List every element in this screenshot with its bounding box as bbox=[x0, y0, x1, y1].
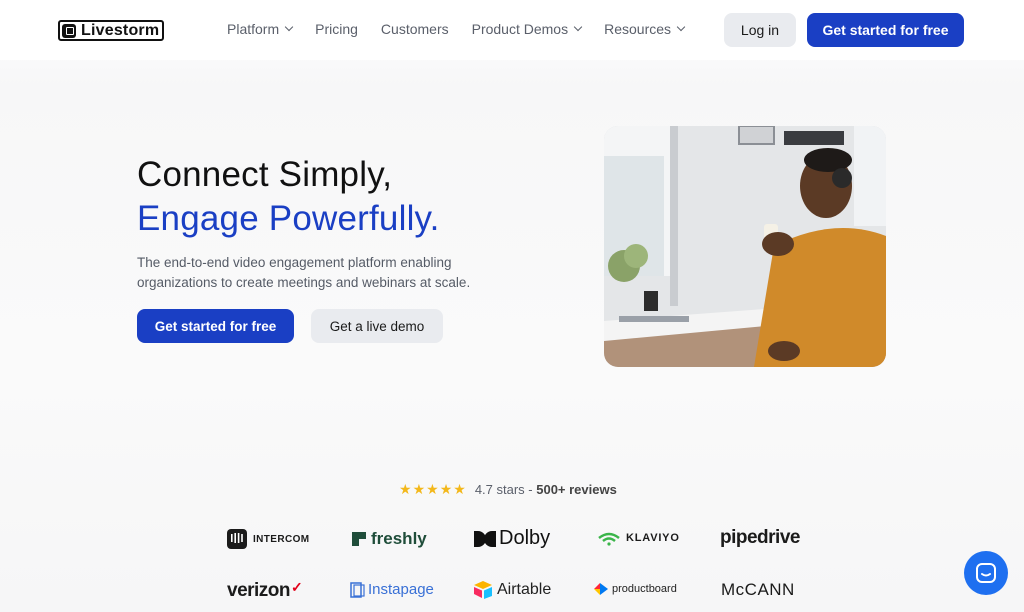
login-button[interactable]: Log in bbox=[724, 13, 796, 47]
airtable-icon bbox=[474, 581, 492, 599]
verizon-logo: verizon ✓ bbox=[227, 578, 303, 602]
hero-photo-illustration bbox=[604, 126, 886, 367]
nav-item-platform[interactable]: Platform bbox=[227, 21, 294, 37]
instapage-logo: Instapage bbox=[350, 581, 434, 598]
verizon-check-icon: ✓ bbox=[291, 578, 303, 595]
nav-item-pricing[interactable]: Pricing bbox=[315, 21, 358, 37]
pipedrive-logo: pipedrive bbox=[720, 527, 800, 549]
freshly-icon bbox=[352, 532, 366, 546]
productboard-text: productboard bbox=[612, 583, 677, 595]
nav-item-label: Platform bbox=[227, 21, 280, 37]
star-icon: ★ bbox=[426, 481, 439, 497]
nav-item-resources[interactable]: Resources bbox=[604, 21, 686, 37]
verizon-text: verizon bbox=[227, 580, 291, 601]
nav-links: Platform Pricing Customers Product Demos… bbox=[227, 21, 707, 37]
logo-text: Livestorm bbox=[81, 21, 160, 39]
nav-item-label: Product Demos bbox=[471, 21, 569, 37]
nav-item-label: Customers bbox=[380, 21, 449, 37]
intercom-logo: INTERCOM bbox=[227, 529, 310, 549]
top-navigation: Livestorm Platform Pricing Customers Pro… bbox=[0, 0, 1024, 60]
pipedrive-text: pipedrive bbox=[720, 527, 800, 548]
hero-subtitle: The end-to-end video engagement platform… bbox=[137, 255, 471, 290]
intercom-text: INTERCOM bbox=[253, 533, 310, 545]
get-started-nav-button[interactable]: Get started for free bbox=[807, 13, 964, 47]
hero-title-line1: Connect Simply, bbox=[137, 155, 393, 194]
dolby-text: Dolby bbox=[499, 527, 551, 549]
star-icon: ★ bbox=[399, 481, 412, 497]
dolby-logo: Dolby bbox=[474, 527, 550, 550]
productboard-icon bbox=[594, 583, 608, 595]
livestorm-logo[interactable]: Livestorm bbox=[58, 20, 165, 41]
star-icon: ★ bbox=[412, 481, 426, 497]
nav-item-product-demos[interactable]: Product Demos bbox=[471, 21, 583, 37]
instapage-text: Instapage bbox=[368, 581, 434, 598]
klaviyo-text: KLAVIYO bbox=[626, 532, 680, 544]
klaviyo-icon bbox=[598, 532, 620, 546]
freshly-text: freshly bbox=[371, 529, 427, 548]
airtable-text: Airtable bbox=[497, 581, 552, 598]
freshly-logo: freshly bbox=[352, 529, 427, 549]
livestorm-logo-icon bbox=[62, 23, 76, 38]
productboard-logo: productboard bbox=[594, 583, 677, 595]
chevron-down-icon bbox=[676, 22, 686, 32]
hero-title-line2: Engage Powerfully. bbox=[137, 199, 440, 238]
nav-item-customers[interactable]: Customers bbox=[381, 21, 449, 37]
mccann-text: McCANN bbox=[721, 580, 795, 599]
chevron-down-icon bbox=[573, 22, 583, 32]
intercom-icon bbox=[227, 529, 247, 549]
chat-icon bbox=[976, 563, 996, 583]
klaviyo-logo: KLAVIYO bbox=[597, 530, 680, 546]
rating-text: 4.7 stars - bbox=[474, 482, 533, 497]
nav-item-label: Resources bbox=[604, 21, 672, 37]
live-demo-button[interactable]: Get a live demo bbox=[311, 309, 443, 343]
hero-photo bbox=[604, 126, 886, 367]
star-icon: ★ bbox=[453, 481, 466, 497]
star-icon: ★ bbox=[439, 481, 453, 497]
airtable-logo: Airtable bbox=[473, 581, 551, 599]
dolby-icon bbox=[474, 530, 496, 547]
chevron-down-icon bbox=[284, 22, 294, 32]
get-started-hero-button[interactable]: Get started for free bbox=[137, 309, 294, 343]
rating-stars: ★ ★ ★ ★ ★ bbox=[399, 481, 467, 498]
reviews-summary: ★ ★ ★ ★ ★ 4.7 stars - 500+ reviews bbox=[399, 481, 617, 498]
chat-launcher-button[interactable] bbox=[964, 551, 1008, 595]
review-count: 500+ reviews bbox=[536, 482, 617, 497]
nav-item-label: Pricing bbox=[315, 21, 358, 37]
instapage-icon bbox=[350, 581, 365, 598]
mccann-logo: McCANN bbox=[721, 580, 795, 600]
